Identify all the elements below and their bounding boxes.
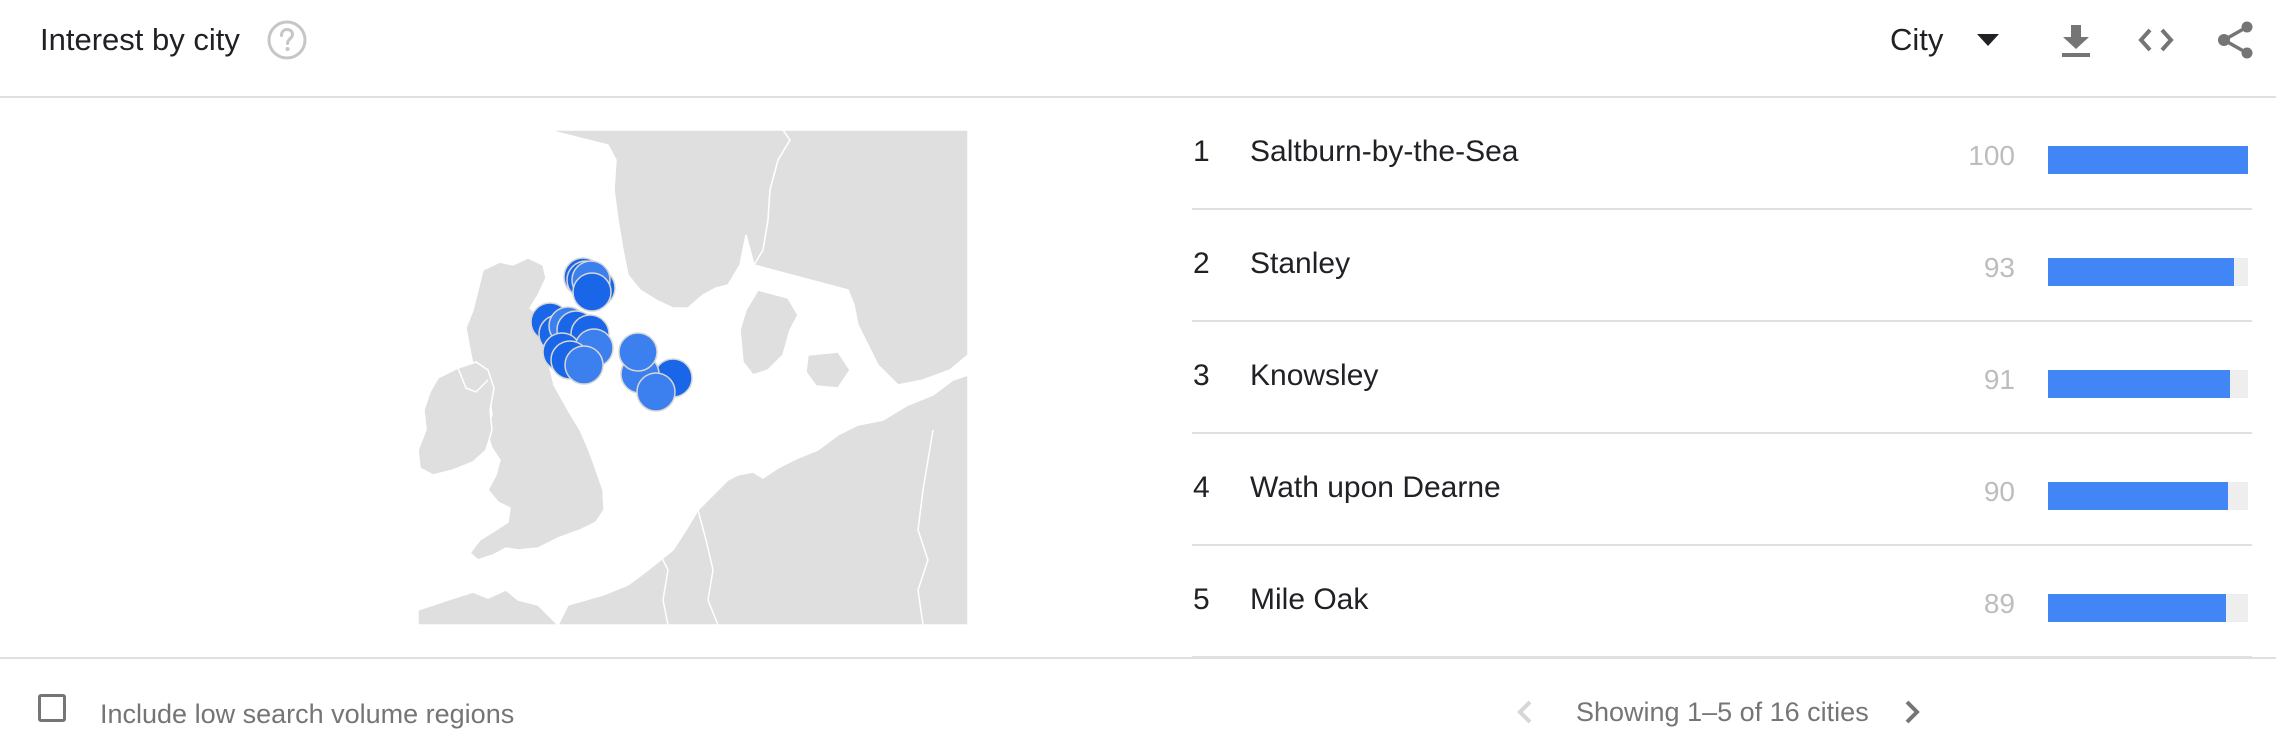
city-value-bar — [2048, 370, 2248, 398]
city-rank: 2 — [1193, 247, 1210, 280]
city-value-bar-fill — [2048, 370, 2230, 398]
city-value-bar — [2048, 482, 2248, 510]
city-marker[interactable] — [618, 332, 658, 372]
city-value: 90 — [1983, 476, 2015, 507]
city-rank: 4 — [1193, 471, 1210, 504]
land-ireland — [417, 361, 495, 476]
city-name[interactable]: Stanley — [1250, 244, 1350, 284]
city-value-bar — [2048, 258, 2248, 286]
city-value: 100 — [1968, 140, 2015, 171]
land-france — [417, 589, 560, 626]
city-marker[interactable] — [564, 345, 604, 385]
city-value-bar-fill — [2048, 594, 2226, 622]
city-name[interactable]: Wath upon Dearne — [1250, 468, 1501, 508]
city-value-bar-fill — [2048, 482, 2228, 510]
city-row[interactable]: 5 Mile Oak 89 — [1192, 546, 2252, 658]
land-denmark — [739, 289, 799, 376]
land-sweden — [752, 129, 969, 386]
footer-divider — [0, 657, 2276, 659]
city-value: 89 — [1983, 588, 2015, 619]
resolution-dropdown[interactable]: City — [1890, 18, 2000, 62]
help-circle-icon[interactable] — [266, 19, 308, 61]
city-ranking-list: 1 Saltburn-by-the-Sea 100 2 Stanley 93 3 Knowsl… — [1192, 98, 2252, 658]
city-value: 93 — [1983, 252, 2015, 283]
city-rank: 3 — [1193, 359, 1210, 392]
land-denmark-islands — [805, 351, 851, 389]
city-row[interactable]: 2 Stanley 93 — [1192, 210, 2252, 322]
chevron-right-icon[interactable] — [1897, 692, 1927, 732]
code-brackets-icon[interactable] — [2136, 20, 2176, 60]
chevron-left-icon[interactable] — [1510, 692, 1540, 732]
resolution-dropdown-value: City — [1890, 22, 1944, 57]
city-marker[interactable] — [572, 272, 612, 312]
land-continent — [556, 373, 969, 626]
city-value: 91 — [1983, 364, 2015, 395]
city-row[interactable]: 1 Saltburn-by-the-Sea 100 — [1192, 98, 2252, 210]
low-volume-checkbox-label[interactable]: Include low search volume regions — [100, 696, 514, 732]
city-name[interactable]: Knowsley — [1250, 356, 1378, 396]
city-value-bar-fill — [2048, 258, 2234, 286]
share-icon[interactable] — [2216, 20, 2256, 60]
city-value-bar-fill — [2048, 146, 2248, 174]
download-icon[interactable] — [2056, 20, 2096, 60]
city-row[interactable]: 3 Knowsley 91 — [1192, 322, 2252, 434]
city-rank: 5 — [1193, 583, 1210, 616]
widget-header: Interest by city City — [0, 0, 2276, 96]
pagination: Showing 1–5 of 16 cities — [1510, 690, 1927, 734]
city-name[interactable]: Mile Oak — [1250, 580, 1368, 620]
city-marker[interactable] — [636, 372, 676, 412]
map-land — [417, 129, 969, 626]
city-row[interactable]: 4 Wath upon Dearne 90 — [1192, 434, 2252, 546]
city-rank: 1 — [1193, 135, 1210, 168]
city-value-bar — [2048, 594, 2248, 622]
widget-title: Interest by city — [40, 22, 240, 57]
city-interest-map[interactable] — [417, 129, 969, 626]
city-value-bar — [2048, 146, 2248, 174]
low-volume-checkbox[interactable] — [38, 694, 66, 722]
pagination-text: Showing 1–5 of 16 cities — [1576, 696, 1869, 727]
caret-down-icon — [1977, 34, 2000, 46]
city-name[interactable]: Saltburn-by-the-Sea — [1250, 132, 1518, 172]
